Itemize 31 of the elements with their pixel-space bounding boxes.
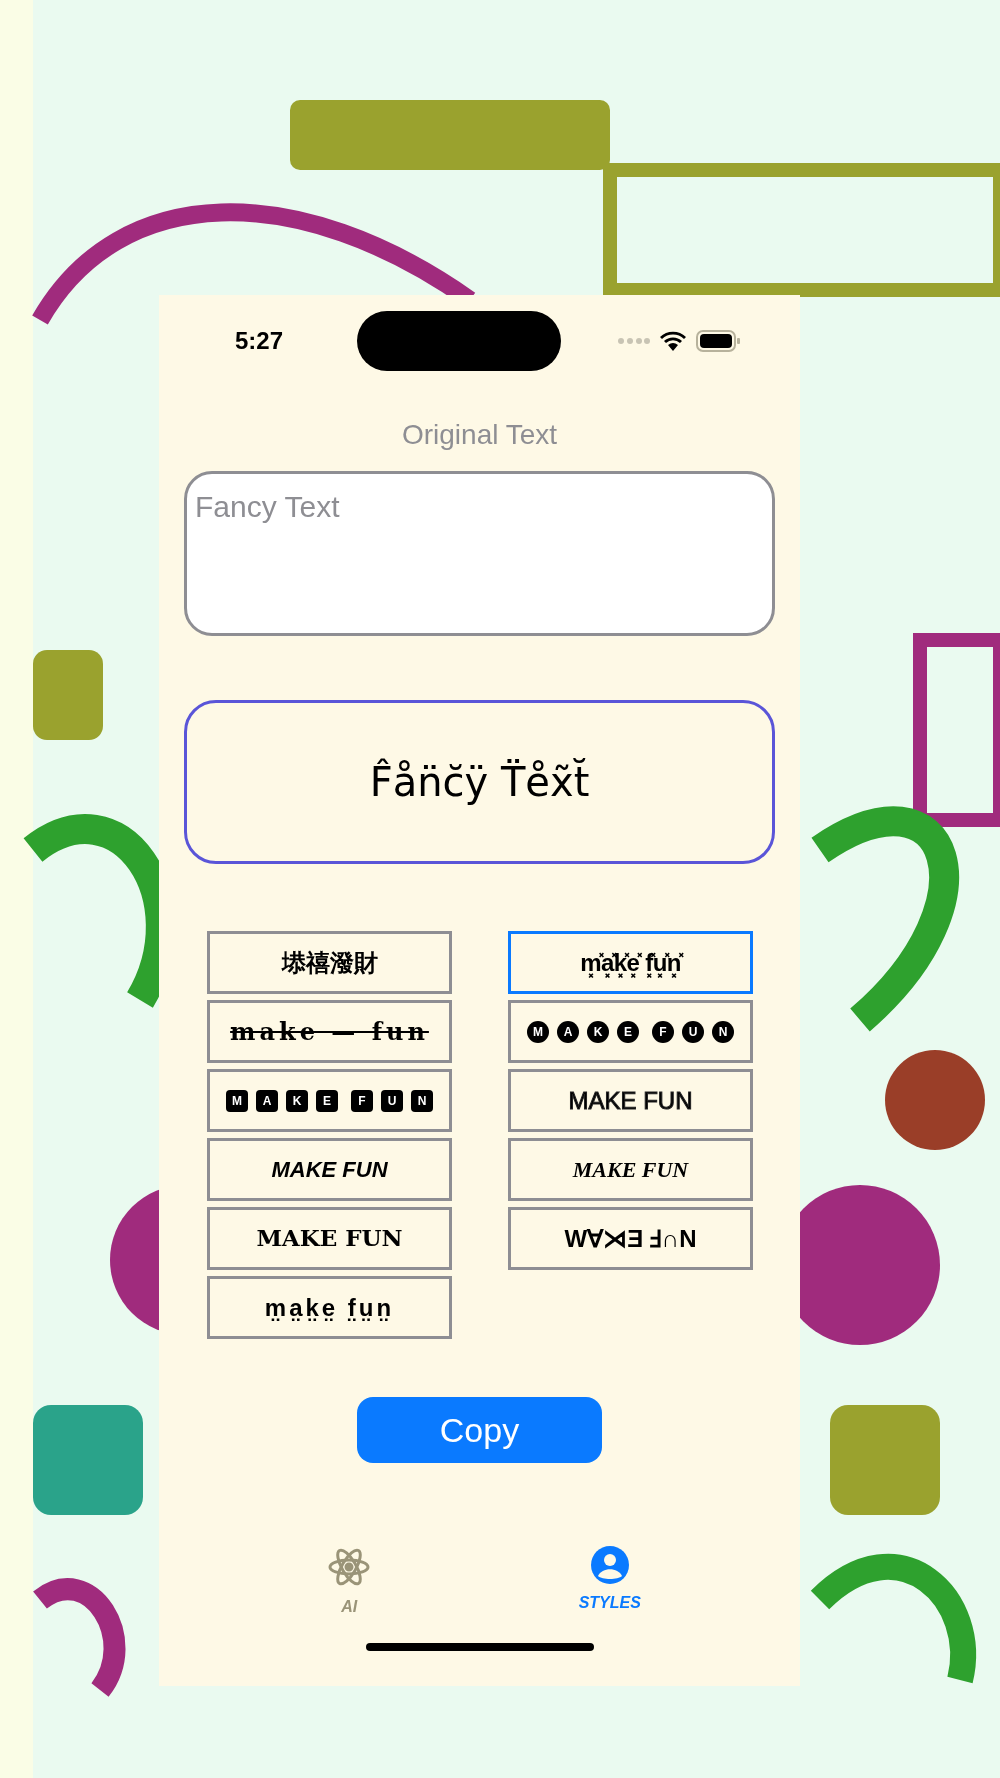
style-option[interactable]: MAKE FUN [508, 1069, 753, 1132]
person-icon [589, 1545, 630, 1585]
section-label: Original Text [401, 418, 558, 452]
style-option[interactable]: MAKE FUN [207, 1207, 452, 1270]
style-text: M A K E F U N [527, 1020, 734, 1043]
style-option[interactable]: 塨禧潑財 [207, 931, 452, 994]
style-text: m̤a̤k̤e̤ f̤ṳn̤ [264, 1292, 395, 1323]
style-text: make — fun [230, 1015, 429, 1048]
style-text: MAKE FUN [271, 1156, 388, 1184]
wifi-icon [660, 331, 686, 351]
fancy-text: F̂ån̈c̆ÿ T̈e̊x̃t̆ [369, 757, 590, 807]
status-time: 5:27 [233, 326, 284, 356]
signal-icon [618, 338, 650, 344]
style-text: W∀⋊Ǝ Ⅎ∩N [564, 1223, 697, 1254]
style-option[interactable]: m͓̽a͓̽k͓̽e͓̽ f͓̽u͓̽n͓̽ [508, 931, 753, 994]
style-text: MAKE FUN [256, 1223, 403, 1254]
style-option[interactable]: m̤a̤k̤e̤ f̤ṳn̤ [207, 1276, 452, 1339]
style-text: 塨禧潑財 [281, 947, 378, 978]
style-option[interactable]: MAKE FUN [207, 1138, 452, 1201]
battery-icon [696, 330, 740, 352]
style-text: MAKE FUN [572, 1156, 689, 1184]
input-field[interactable]: Fancy Text [184, 471, 775, 636]
style-option[interactable]: M A K E F U N [508, 1000, 753, 1063]
style-option[interactable]: MAKE FUN [508, 1138, 753, 1201]
tab-item[interactable]: STYLES [554, 1545, 665, 1619]
copy-button[interactable]: Copy [357, 1397, 602, 1463]
style-option[interactable]: W∀⋊Ǝ Ⅎ∩N [508, 1207, 753, 1270]
style-option[interactable]: M A K E F U N [207, 1069, 452, 1132]
style-option[interactable]: make — fun [207, 1000, 452, 1063]
style-text: M A K E F U N [226, 1089, 433, 1112]
style-text: MAKE FUN [568, 1085, 693, 1116]
